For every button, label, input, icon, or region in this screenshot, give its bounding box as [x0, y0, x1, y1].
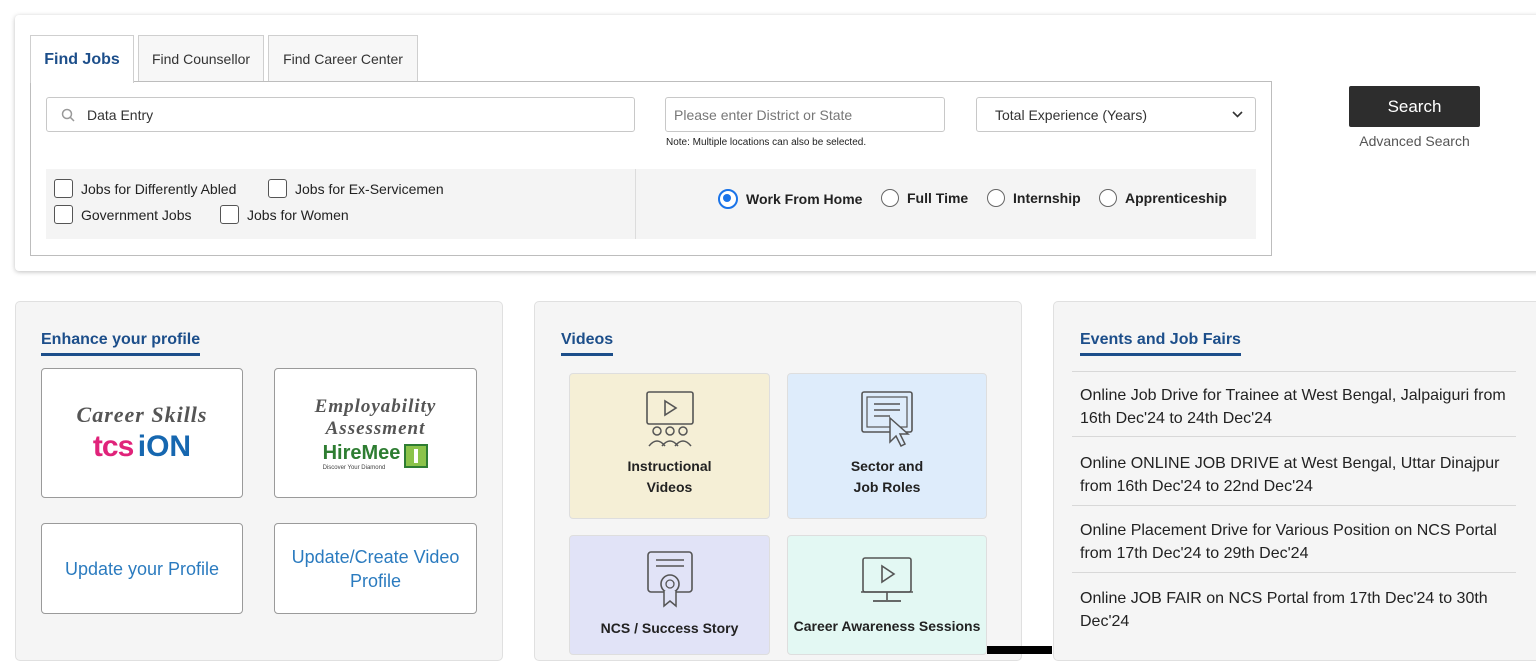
radio-dot[interactable]: [718, 189, 738, 209]
event-item[interactable]: Online Placement Drive for Various Posit…: [1080, 519, 1510, 565]
event-separator: [1072, 505, 1516, 506]
video-card-instructional[interactable]: Instructional Videos: [569, 373, 770, 519]
event-separator: [1072, 371, 1516, 372]
hiremee-wordmark: HireMee: [322, 441, 401, 464]
advanced-search-link[interactable]: Advanced Search: [1349, 133, 1480, 149]
checkbox-jobs-for-women[interactable]: Jobs for Women: [220, 205, 349, 224]
tab-find-career-center[interactable]: Find Career Center: [268, 35, 418, 81]
video-label: Instructional Videos: [627, 456, 711, 498]
event-separator: [1072, 436, 1516, 437]
experience-select[interactable]: Total Experience (Years): [976, 97, 1256, 132]
checkbox-label: Jobs for Ex-Servicemen: [295, 180, 444, 197]
radio-internship[interactable]: Internship: [987, 189, 1081, 207]
events-title: Events and Job Fairs: [1080, 331, 1241, 356]
location-note: Note: Multiple locations can also be sel…: [666, 137, 867, 148]
search-button[interactable]: Search: [1349, 86, 1480, 127]
radio-dot[interactable]: [881, 189, 899, 207]
video-label-line1: Instructional: [627, 458, 712, 474]
location-placeholder: Please enter District or State: [674, 106, 853, 123]
video-label-line2: Job Roles: [853, 479, 921, 495]
update-video-profile-link[interactable]: Update/Create Video Profile: [289, 545, 462, 593]
video-card-success-story[interactable]: NCS / Success Story: [569, 535, 770, 655]
tab-find-jobs[interactable]: Find Jobs: [30, 35, 134, 83]
checkbox-label: Jobs for Women: [247, 206, 349, 223]
employability-wordmark: Employability: [314, 395, 437, 417]
radio-full-time[interactable]: Full Time: [881, 189, 968, 207]
radio-label: Work From Home: [746, 191, 863, 207]
radio-label: Internship: [1013, 190, 1081, 206]
screen-pointer-icon: [861, 391, 913, 448]
enhance-profile-title: Enhance your profile: [41, 331, 201, 356]
certificate-icon: [646, 551, 693, 608]
experience-selected: Total Experience (Years): [995, 106, 1148, 123]
video-label: Sector and Job Roles: [851, 456, 923, 498]
assessment-wordmark: Assessment: [325, 417, 426, 439]
hiremee-tagline: Discover Your Diamond: [322, 464, 386, 471]
hiremee-text: HireMee Discover Your Diamond: [323, 442, 401, 471]
monitor-play-icon: [861, 557, 913, 602]
career-skills-wordmark: Career Skills: [76, 402, 208, 427]
radio-work-from-home[interactable]: Work From Home: [718, 189, 862, 209]
filters-divider: [635, 169, 636, 239]
checkbox-box[interactable]: [54, 179, 73, 198]
video-group-icon: [645, 391, 694, 447]
video-label-line1: Sector and: [850, 458, 924, 474]
search-icon: [61, 108, 75, 122]
video-card-career-awareness[interactable]: Career Awareness Sessions: [787, 535, 987, 655]
video-label: Career Awareness Sessions: [793, 618, 981, 634]
video-label-line2: Videos: [646, 479, 693, 495]
video-card-sector-job-roles[interactable]: Sector and Job Roles: [787, 373, 987, 519]
update-profile-tile[interactable]: Update your Profile: [41, 523, 243, 614]
radio-dot[interactable]: [987, 189, 1005, 207]
location-input[interactable]: Please enter District or State: [665, 97, 945, 132]
update-profile-link[interactable]: Update your Profile: [65, 557, 219, 581]
event-item[interactable]: Online ONLINE JOB DRIVE at West Bengal, …: [1080, 452, 1510, 498]
radio-label: Apprenticeship: [1125, 190, 1227, 206]
videos-title: Videos: [561, 331, 614, 356]
employability-assessment-tile[interactable]: Employability Assessment HireMee Discove…: [274, 368, 477, 498]
radio-dot[interactable]: [1099, 189, 1117, 207]
checkbox-government-jobs[interactable]: Government Jobs: [54, 205, 192, 224]
tcs-wordmark: tcs: [92, 430, 134, 463]
radio-label: Full Time: [907, 190, 969, 206]
video-label: NCS / Success Story: [600, 620, 739, 636]
keyword-value: Data Entry: [87, 106, 154, 123]
event-item[interactable]: Online JOB FAIR on NCS Portal from 17th …: [1080, 587, 1510, 633]
tcs-ion-logo: tcs iON: [93, 430, 191, 464]
checkbox-ex-servicemen[interactable]: Jobs for Ex-Servicemen: [268, 179, 444, 198]
ion-wordmark: iON: [137, 430, 192, 463]
checkbox-label: Government Jobs: [81, 206, 192, 223]
checkbox-box[interactable]: [220, 205, 239, 224]
update-video-profile-tile[interactable]: Update/Create Video Profile: [274, 523, 477, 614]
chevron-down-icon: [1232, 111, 1243, 118]
floating-tab[interactable]: [987, 646, 1052, 654]
career-skills-tile[interactable]: Career Skills tcs iON: [41, 368, 243, 498]
checkbox-differently-abled[interactable]: Jobs for Differently Abled: [54, 179, 236, 198]
checkbox-label: Jobs for Differently Abled: [81, 180, 237, 197]
hiremee-logo: HireMee Discover Your Diamond: [323, 442, 429, 471]
keyword-input[interactable]: Data Entry: [46, 97, 635, 132]
checkbox-box[interactable]: [268, 179, 287, 198]
event-separator: [1072, 572, 1516, 573]
hiremee-badge-icon: [404, 444, 429, 468]
checkbox-box[interactable]: [54, 205, 73, 224]
radio-apprenticeship[interactable]: Apprenticeship: [1099, 189, 1227, 207]
tab-find-counsellor[interactable]: Find Counsellor: [138, 35, 264, 81]
event-item[interactable]: Online Job Drive for Trainee at West Ben…: [1080, 384, 1510, 430]
